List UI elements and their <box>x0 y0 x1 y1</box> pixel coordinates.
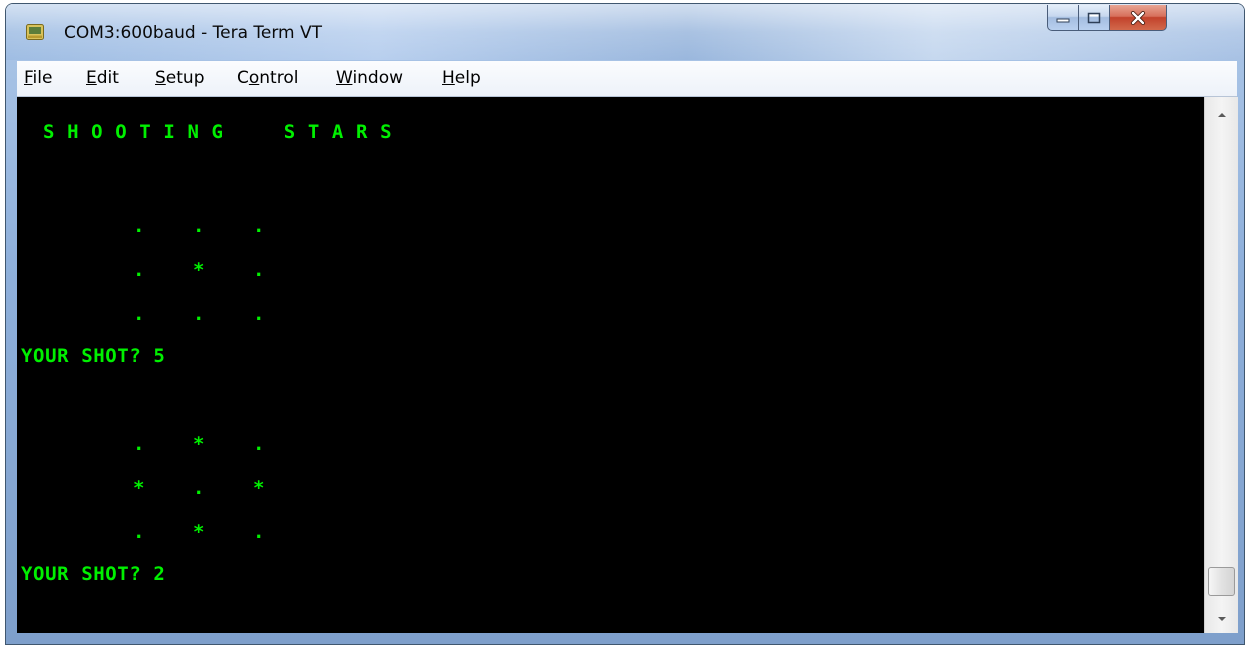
grid2-cell-8: * <box>193 521 205 543</box>
grid1-cell-1: . <box>133 215 145 237</box>
terminal-screen[interactable]: S H O O T I N G S T A R S . . . . * . . … <box>17 97 1204 633</box>
grid1-cell-8: . <box>193 303 205 325</box>
grid1-cell-9: . <box>253 303 265 325</box>
grid2-cell-6: * <box>253 477 265 499</box>
grid2-cell-5: . <box>193 477 205 499</box>
grid1-cell-7: . <box>133 303 145 325</box>
game-heading: S H O O T I N G S T A R S <box>43 121 393 143</box>
minimize-icon <box>1056 18 1070 22</box>
menu-help[interactable]: Help <box>442 68 481 88</box>
menu-bar: File Edit Setup Control Window Help <box>17 61 1237 97</box>
maximize-icon <box>1087 12 1101 23</box>
menu-setup[interactable]: Setup <box>155 68 205 88</box>
grid1-cell-3: . <box>253 215 265 237</box>
scroll-up-button[interactable] <box>1205 101 1238 129</box>
grid2-cell-1: . <box>133 433 145 455</box>
app-window: COM3:600baud - Tera Term VT File Edit Se… <box>6 4 1244 644</box>
minimize-button[interactable] <box>1047 5 1079 31</box>
menu-file[interactable]: File <box>24 68 52 88</box>
close-button[interactable] <box>1109 5 1167 31</box>
window-title: COM3:600baud - Tera Term VT <box>64 23 323 43</box>
scroll-thumb[interactable] <box>1208 567 1235 596</box>
maximize-button[interactable] <box>1078 5 1110 31</box>
grid2-cell-7: . <box>133 521 145 543</box>
grid2-cell-4: * <box>133 477 145 499</box>
grid1-cell-4: . <box>133 259 145 281</box>
shot-prompt-1: YOUR SHOT? 5 <box>21 345 166 367</box>
grid2-cell-9: . <box>253 521 265 543</box>
close-icon <box>1131 10 1145 25</box>
grid2-cell-2: * <box>193 433 205 455</box>
grid2-cell-3: . <box>253 433 265 455</box>
tera-term-icon[interactable] <box>26 24 44 40</box>
scroll-down-icon <box>1217 617 1226 621</box>
scroll-up-icon <box>1217 113 1226 117</box>
menu-control[interactable]: Control <box>237 68 298 88</box>
grid1-cell-2: . <box>193 215 205 237</box>
vertical-scrollbar[interactable] <box>1204 97 1238 633</box>
scroll-down-button[interactable] <box>1205 605 1238 633</box>
grid1-cell-5: * <box>193 259 205 281</box>
shot-prompt-2: YOUR SHOT? 2 <box>21 563 166 585</box>
title-bar[interactable]: COM3:600baud - Tera Term VT <box>6 4 1244 60</box>
grid1-cell-6: . <box>253 259 265 281</box>
menu-window[interactable]: Window <box>336 68 403 88</box>
menu-edit[interactable]: Edit <box>86 68 119 88</box>
